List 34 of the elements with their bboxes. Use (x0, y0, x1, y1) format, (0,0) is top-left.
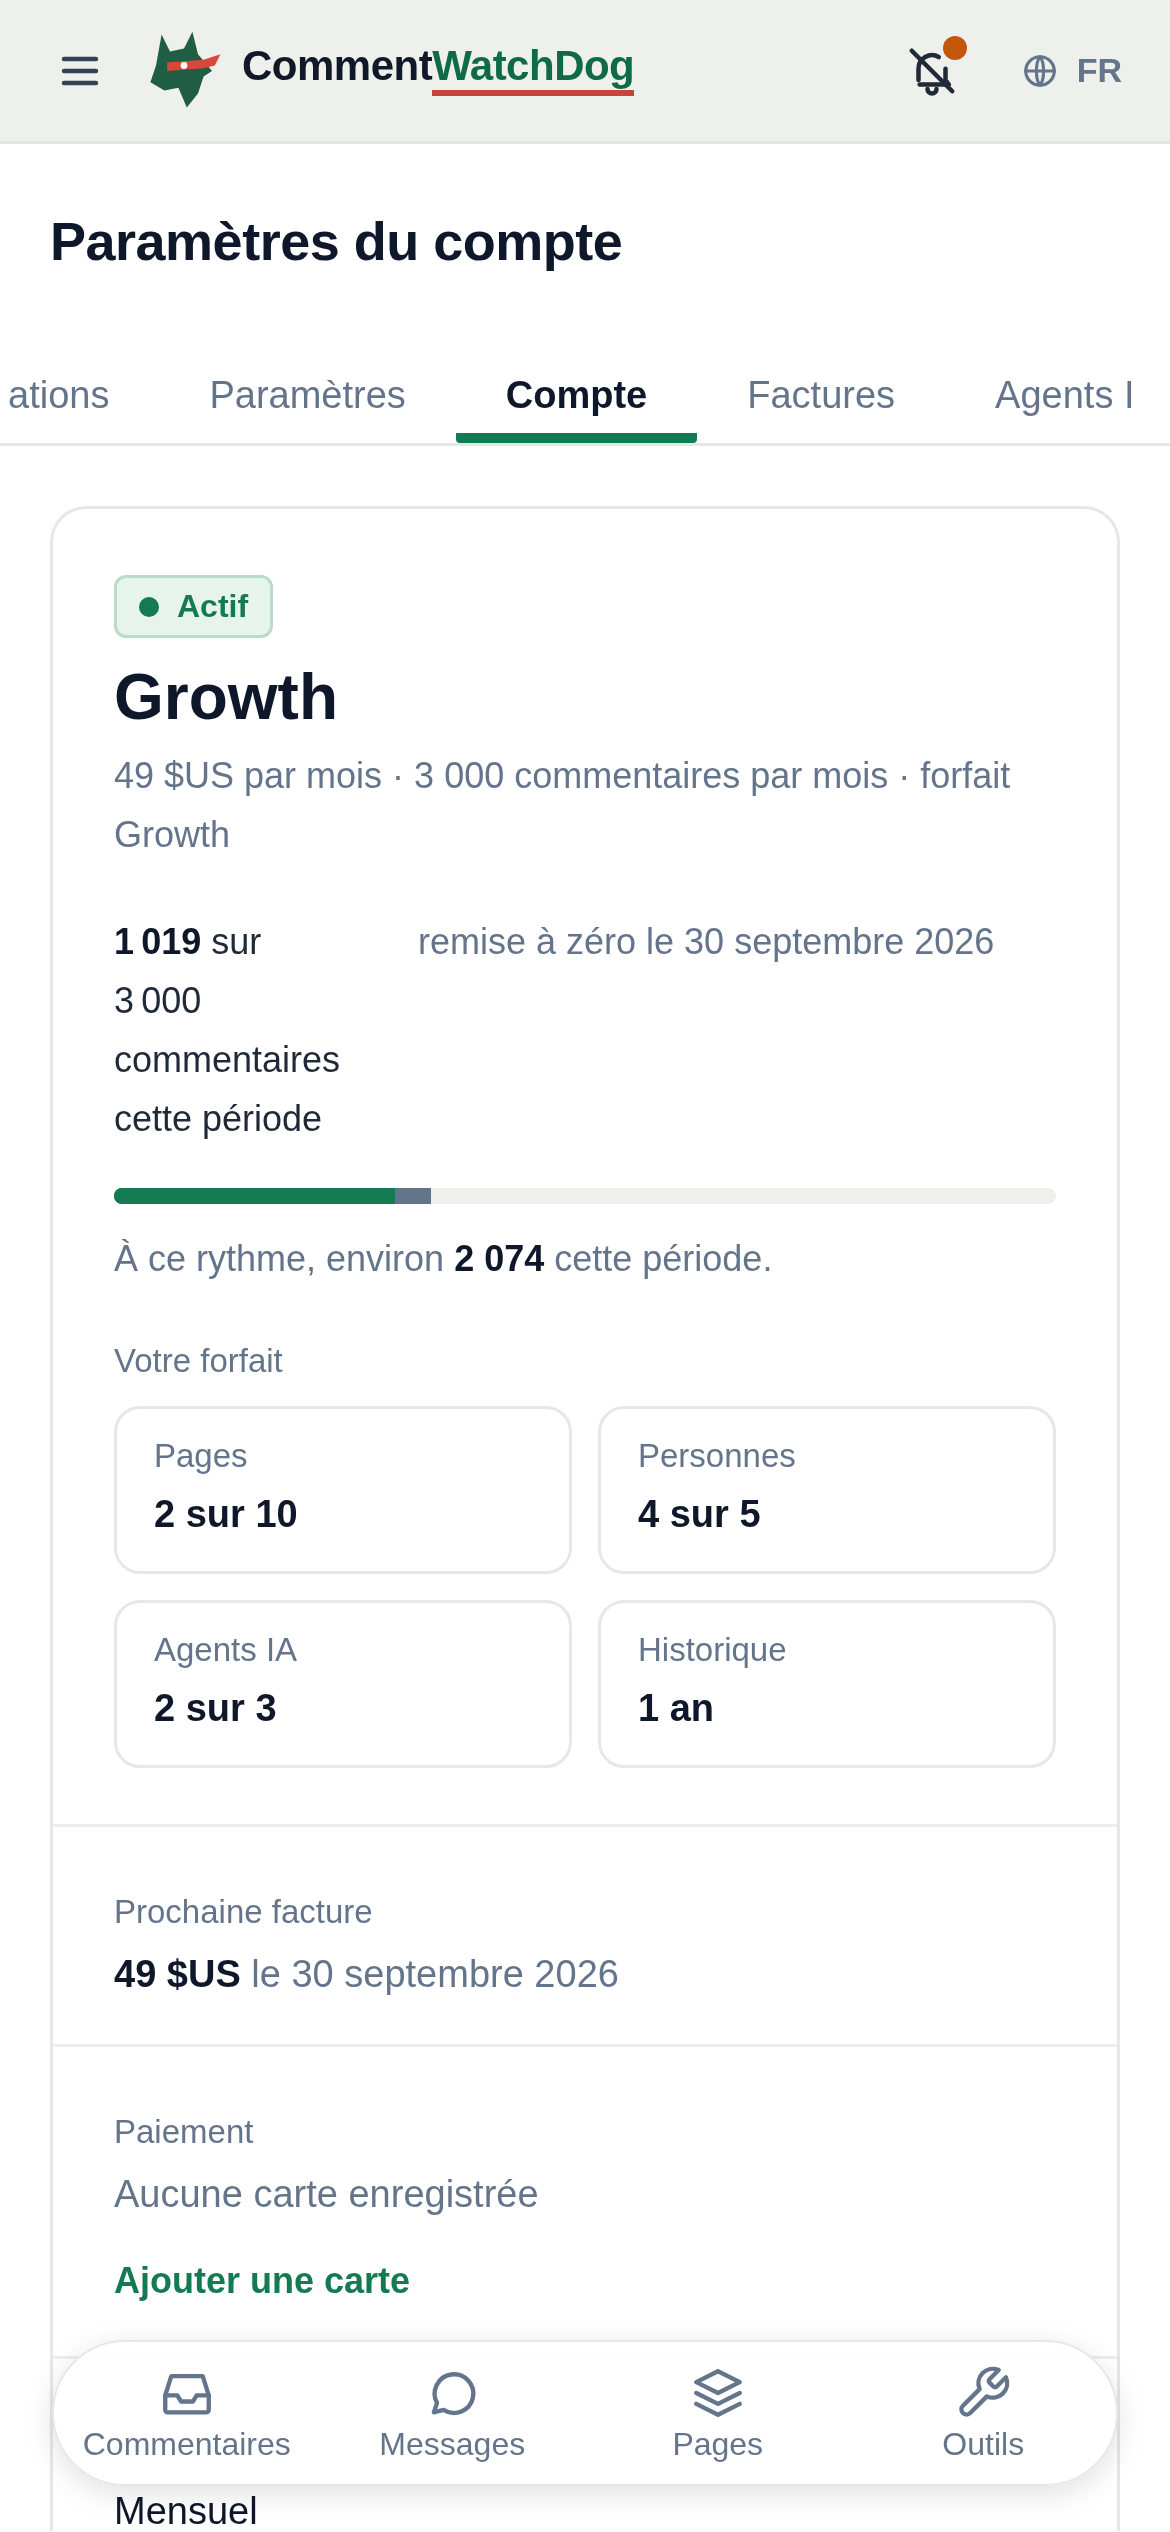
section-label: Votre forfait (114, 1342, 284, 1380)
limit-value: 2 sur 10 (154, 1493, 299, 1536)
plan-summary: 49 $US par mois · 3 000 commentaires par mois · forfait Growth (114, 754, 1012, 857)
payment-status: Aucune carte enregistrée (114, 2173, 540, 2216)
tab[interactable]: ations (0, 354, 160, 443)
section-label: Paiement (114, 2113, 255, 2151)
nav-item[interactable]: Commentaires (66, 2363, 307, 2463)
tab[interactable]: Compte (455, 354, 698, 443)
add-card-link[interactable]: Ajouter une carte (114, 2260, 411, 2302)
tab[interactable]: Paramètres (159, 354, 456, 443)
language-button[interactable]: FR (1020, 51, 1122, 90)
reset-date: remise à zéro le 30 septembre 2026 (418, 920, 995, 964)
tab[interactable]: Factures (697, 354, 946, 443)
limit-value: 4 sur 5 (638, 1493, 762, 1536)
usage-forecast: À ce rythme, environ 2 074 cette période. (114, 1238, 774, 1280)
billing-cycle: Mensuel (114, 2491, 259, 2531)
usage-count: 1 019 sur 3 000 commentaires cette période (114, 920, 339, 1141)
brand-name[interactable]: CommentWatchDog (242, 41, 635, 100)
limit-label: Historique (638, 1631, 788, 1669)
limit-label: Pages (154, 1437, 249, 1475)
language-code: FR (1076, 51, 1122, 90)
page-title: Paramètres du compte (49, 210, 624, 273)
tab[interactable]: Agents I (945, 354, 1170, 443)
invoice-amount: 49 $US le 30 septembre 2026 (114, 1953, 620, 1997)
limit-label: Agents IA (154, 1631, 299, 1669)
section-label: Prochaine facture (114, 1893, 374, 1931)
nav-item[interactable]: Pages (597, 2363, 838, 2463)
nav-item[interactable]: Outils (863, 2363, 1104, 2463)
status-badge: Actif (114, 575, 274, 638)
limit-label: Personnes (638, 1437, 797, 1475)
limit-value: 2 sur 3 (154, 1687, 278, 1730)
plan-name: Growth (114, 660, 339, 734)
nav-item[interactable]: Messages (332, 2363, 573, 2463)
limit-value: 1 an (638, 1687, 716, 1730)
